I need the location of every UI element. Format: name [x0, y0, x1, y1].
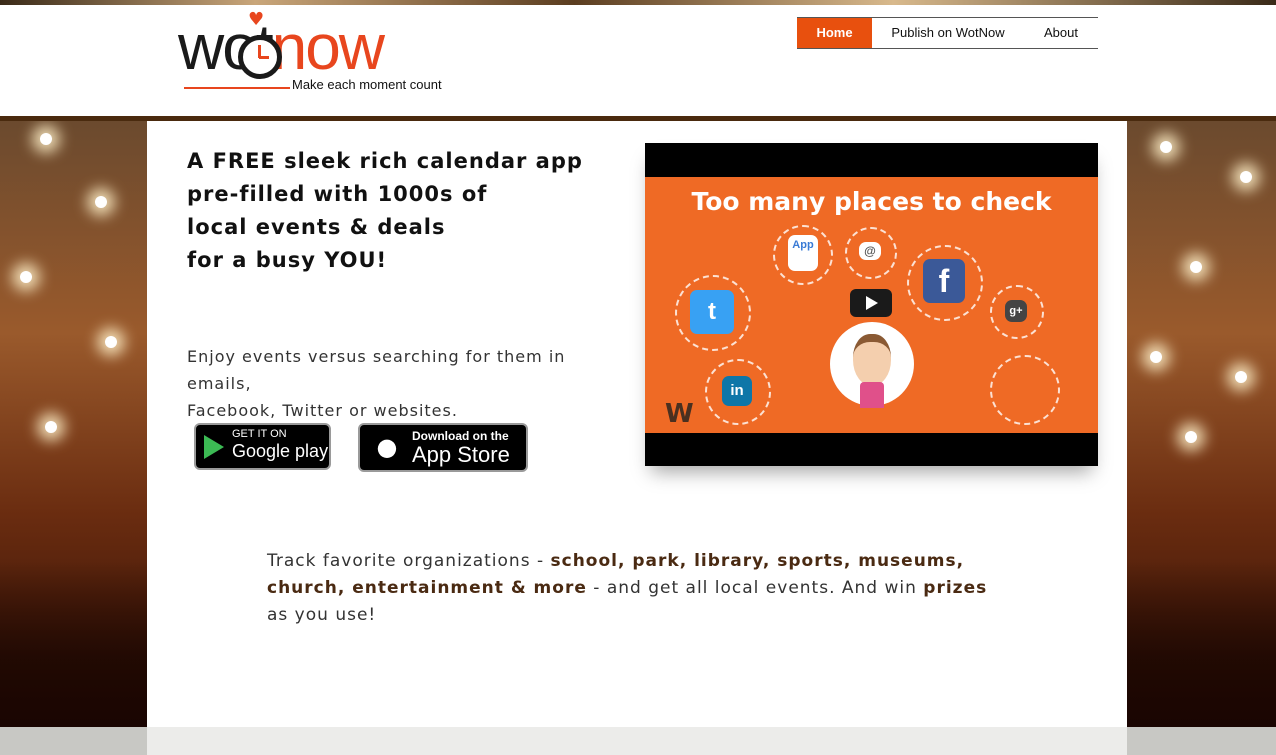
stage-light	[45, 421, 57, 433]
nav-about[interactable]: About	[1024, 18, 1098, 48]
google-play-label: Google play	[232, 441, 329, 461]
nav-publish[interactable]: Publish on WotNow	[872, 18, 1024, 48]
gplus-icon: g+	[1005, 300, 1027, 322]
app-store-small-label: Download on the	[412, 429, 509, 443]
hero-subtext: Enjoy events versus searching for them i…	[187, 347, 566, 420]
hero-headline: A FREE sleek rich calendar app pre-fille…	[187, 149, 583, 272]
linkedin-icon: in	[722, 376, 752, 406]
stage-light	[1160, 141, 1172, 153]
app-store-label: App Store	[412, 442, 510, 467]
video-frame: Too many places to check App @ f g+ t in	[645, 177, 1098, 433]
empty-icon-ring	[990, 355, 1060, 425]
video-watermark: W	[665, 399, 694, 429]
email-icon-ring: @	[845, 227, 897, 279]
stage-light	[1190, 261, 1202, 273]
app-store-button[interactable]: ● Download on the App Store	[358, 423, 528, 472]
facebook-icon: f	[923, 259, 965, 303]
play-button[interactable]	[850, 289, 892, 317]
main-nav: Home Publish on WotNow About	[797, 17, 1098, 49]
stage-light	[1235, 371, 1247, 383]
app-icon: App	[788, 235, 818, 271]
apple-icon: ●	[376, 433, 398, 461]
avatar-body	[860, 382, 884, 408]
footer-strip-right	[1127, 727, 1276, 755]
track-organizations-text: Track favorite organizations - school, p…	[267, 551, 988, 625]
google-play-icon	[204, 435, 224, 459]
logo-wordmark: wotnow	[178, 11, 385, 83]
site-header: wotnow ♥ Make each moment count Home Pub…	[0, 5, 1276, 116]
stage-light	[1185, 431, 1197, 443]
wotnow-logo[interactable]: wotnow ♥ Make each moment count	[178, 9, 448, 95]
stage-light	[40, 133, 52, 145]
content-panel: A FREE sleek rich calendar app pre-fille…	[147, 121, 1127, 727]
email-icon: @	[859, 242, 881, 260]
gplus-icon-ring: g+	[990, 285, 1044, 339]
video-title: Too many places to check	[691, 187, 1052, 216]
stage-light	[20, 271, 32, 283]
google-play-small-label: GET IT ON	[232, 428, 287, 440]
facebook-icon-ring: f	[907, 245, 983, 321]
app-icon-ring: App	[773, 225, 833, 285]
promo-video-player[interactable]: Too many places to check App @ f g+ t in	[645, 143, 1098, 466]
stage-light	[105, 336, 117, 348]
google-play-button[interactable]: GET IT ON Google play	[194, 423, 331, 470]
twitter-icon-ring: t	[675, 275, 751, 351]
clock-icon	[238, 35, 282, 79]
avatar-head	[853, 334, 891, 386]
nav-home[interactable]: Home	[797, 18, 872, 48]
stage-light	[95, 196, 107, 208]
panel-footer	[147, 727, 1127, 755]
logo-tagline: Make each moment count	[292, 77, 442, 92]
stage-light	[1150, 351, 1162, 363]
linkedin-icon-ring: in	[705, 359, 771, 425]
twitter-icon: t	[690, 290, 734, 334]
character-avatar	[830, 322, 914, 408]
stage-light	[1240, 171, 1252, 183]
footer-strip-left	[0, 727, 147, 755]
heart-icon: ♥	[248, 9, 265, 30]
logo-underline	[184, 87, 290, 89]
